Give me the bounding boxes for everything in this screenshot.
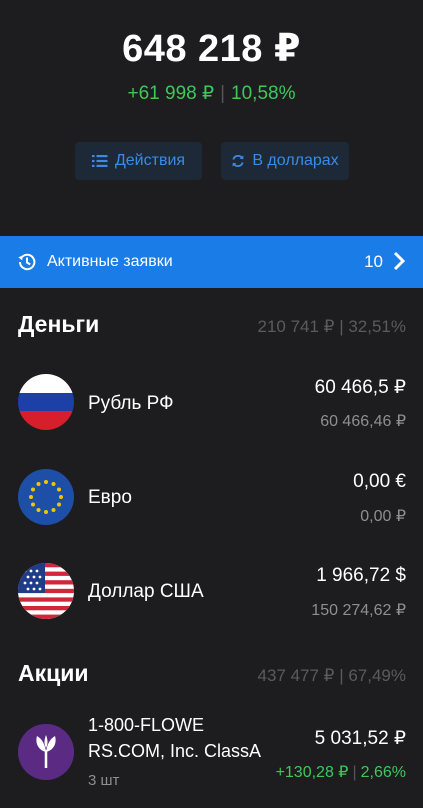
list-icon — [91, 154, 108, 168]
portfolio-change-separator: | — [220, 83, 226, 104]
chevron-right-icon — [393, 251, 406, 276]
money-item-value-rub: 0,00 ₽ — [360, 508, 406, 525]
stock-name: 1-800-FLOWE RS.COM, Inc. ClassA — [88, 712, 293, 764]
stock-name-line2: RS.COM, Inc. ClassA — [88, 741, 262, 761]
eu-flag-icon — [18, 469, 74, 525]
active-orders-label: Активные заявки — [47, 253, 173, 270]
portfolio-change: +61 998 ₽ | 10,58% — [0, 82, 423, 105]
stock-change-abs: +130,28 ₽ — [275, 764, 349, 781]
active-orders-bar[interactable]: Активные заявки 10 — [0, 236, 423, 288]
money-item-name: Евро — [88, 487, 132, 508]
stock-quantity: 3 шт — [88, 772, 120, 789]
portfolio-change-abs: +61 998 ₽ — [127, 83, 215, 104]
stock-change-pct: 2,66% — [360, 764, 406, 781]
show-in-dollars-label: В долларах — [252, 152, 339, 169]
money-item-value-rub: 150 274,62 ₽ — [311, 602, 406, 619]
money-item-value: 0,00 € — [353, 471, 406, 492]
money-section-summary: 210 741 ₽ | 32,51% — [257, 317, 406, 336]
stock-change-separator: | — [352, 764, 357, 781]
portfolio-total: 648 218 ₽ — [122, 28, 301, 70]
money-item-name: Доллар США — [88, 581, 204, 602]
money-item-value: 60 466,5 ₽ — [314, 377, 406, 398]
stock-item[interactable]: 1-800-FLOWE RS.COM, Inc. ClassA 3 шт 5 0… — [0, 706, 423, 808]
money-item-usd[interactable]: Доллар США 1 966,72 $ 150 274,62 ₽ — [0, 544, 423, 638]
money-item-eur[interactable]: Евро 0,00 € 0,00 ₽ — [0, 450, 423, 544]
active-orders-count: 10 — [364, 252, 383, 271]
russia-flag-icon — [18, 374, 74, 430]
money-item-value: 1 966,72 $ — [316, 565, 406, 586]
money-section-title: Деньги — [18, 311, 100, 337]
stocks-section-summary: 437 477 ₽ | 67,49% — [257, 666, 406, 685]
actions-button[interactable]: Действия — [75, 142, 202, 180]
portfolio-header: 648 218 ₽ +61 998 ₽ | 10,58% Действия В … — [0, 0, 423, 236]
usa-flag-icon — [18, 563, 74, 619]
actions-button-label: Действия — [114, 152, 186, 169]
history-icon — [17, 252, 37, 277]
money-item-rub[interactable]: Рубль РФ 60 466,5 ₽ 60 466,46 ₽ — [0, 356, 423, 450]
show-in-dollars-button[interactable]: В долларах — [221, 142, 349, 180]
flowers-logo-icon — [18, 724, 74, 780]
money-item-name: Рубль РФ — [88, 393, 174, 414]
money-item-value-rub: 60 466,46 ₽ — [320, 413, 406, 430]
portfolio-change-pct: 10,58% — [231, 83, 296, 104]
stock-change: +130,28 ₽ | 2,66% — [276, 762, 406, 782]
refresh-icon — [231, 154, 245, 168]
stock-value: 5 031,52 ₽ — [314, 728, 406, 749]
stock-name-line1: 1-800-FLOWE — [88, 715, 205, 735]
stocks-section-title: Акции — [18, 660, 89, 686]
